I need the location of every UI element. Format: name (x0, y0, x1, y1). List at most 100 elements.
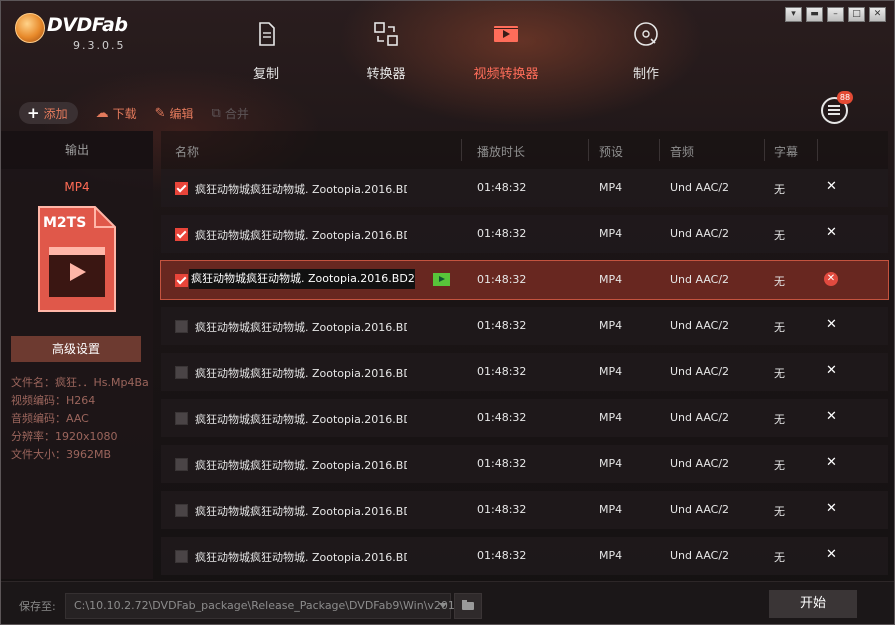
menu-button[interactable]: ▬ (806, 7, 823, 22)
row-subtitle[interactable]: 无 (774, 181, 785, 197)
row-audio[interactable]: Und AAC/2 (670, 227, 729, 240)
main-nav: 复制 转换器 视频转换器 制作 (211, 19, 691, 89)
row-subtitle[interactable]: 无 (774, 503, 785, 519)
play-preview-icon[interactable] (433, 273, 450, 286)
start-button[interactable]: 开始 (769, 590, 857, 618)
table-row[interactable]: 疯狂动物城疯狂动物城. Zootopia.2016.BD... 01:48:32… (161, 445, 888, 483)
row-audio[interactable]: Und AAC/2 (670, 457, 729, 470)
table-row[interactable]: 疯狂动物城疯狂动物城. Zootopia.2016.BD... 01:48:32… (161, 399, 888, 437)
info-resolution: 分辨率：1920x1080 (11, 430, 118, 443)
row-checkbox[interactable] (175, 182, 188, 195)
remove-row-icon[interactable]: ✕ (826, 501, 837, 516)
close-button[interactable]: ✕ (869, 7, 886, 22)
remove-row-icon[interactable]: ✕ (826, 225, 837, 240)
output-path-text: C:\10.10.2.72\DVDFab_package\Release_Pac… (74, 599, 462, 612)
download-button[interactable]: ☁ 下载 (96, 105, 137, 122)
window-controls: ▾ ▬ – □ ✕ (785, 7, 886, 22)
info-video-codec: 视频编码：H264 (11, 394, 96, 407)
minimize-button[interactable]: – (827, 7, 844, 22)
col-audio: 音频 (670, 145, 695, 159)
table-row[interactable]: 疯狂动物城疯狂动物城. Zootopia.2016.BD... 01:48:32… (161, 491, 888, 529)
row-audio[interactable]: Und AAC/2 (670, 273, 729, 286)
row-subtitle[interactable]: 无 (774, 227, 785, 243)
tab-video-converter[interactable]: 视频转换器 (451, 19, 561, 89)
row-checkbox[interactable] (175, 320, 188, 333)
row-checkbox[interactable] (175, 228, 188, 241)
row-preset[interactable]: MP4 (599, 273, 622, 286)
row-audio[interactable]: Und AAC/2 (670, 319, 729, 332)
col-duration: 播放时长 (477, 145, 526, 159)
table-row[interactable]: 疯狂动物城疯狂动物城. Zootopia.2016.BD... 01:48:32… (161, 353, 888, 391)
row-audio[interactable]: Und AAC/2 (670, 181, 729, 194)
row-name: 疯狂动物城疯狂动物城. Zootopia.2016.BD... (195, 551, 407, 564)
row-checkbox[interactable] (175, 412, 188, 425)
copy-icon (259, 22, 275, 46)
row-audio[interactable]: Und AAC/2 (670, 411, 729, 424)
tab-converter[interactable]: 转换器 (331, 19, 441, 89)
remove-row-icon[interactable]: ✕ (826, 455, 837, 470)
merge-button[interactable]: ⧉ 合并 (212, 105, 249, 122)
table-row[interactable]: 疯狂动物城疯狂动物城. Zootopia.2016.BD... 01:48:32… (161, 215, 888, 253)
row-subtitle[interactable]: 无 (774, 411, 785, 427)
tab-creator[interactable]: 制作 (591, 19, 701, 89)
output-format[interactable]: MP4 (1, 180, 153, 194)
maximize-button[interactable]: □ (848, 7, 865, 22)
table-row-selected[interactable]: 疯狂动物城疯狂动物城. Zootopia.2016.BD258 01:48:32… (160, 260, 889, 300)
remove-row-icon[interactable]: ✕ (826, 317, 837, 332)
plus-icon: + (27, 104, 40, 122)
row-audio[interactable]: Und AAC/2 (670, 549, 729, 562)
row-checkbox[interactable] (175, 458, 188, 471)
add-label: 添加 (43, 106, 68, 121)
table-row[interactable]: 疯狂动物城疯狂动物城. Zootopia.2016.BD... 01:48:32… (161, 169, 888, 207)
row-subtitle[interactable]: 无 (774, 549, 785, 565)
table-row[interactable]: 疯狂动物城疯狂动物城. Zootopia.2016.BD... 01:48:32… (161, 307, 888, 345)
remove-row-icon[interactable]: ✕ (826, 363, 837, 378)
table-row[interactable]: 疯狂动物城疯狂动物城. Zootopia.2016.BD... 01:48:32… (161, 537, 888, 575)
row-audio[interactable]: Und AAC/2 (670, 365, 729, 378)
info-audio-codec: 音频编码：AAC (11, 412, 89, 425)
row-preset[interactable]: MP4 (599, 503, 622, 516)
edit-button[interactable]: ✎ 编辑 (155, 105, 194, 122)
row-preset[interactable]: MP4 (599, 227, 622, 240)
row-subtitle[interactable]: 无 (774, 273, 785, 289)
row-checkbox[interactable] (175, 504, 188, 517)
row-subtitle[interactable]: 无 (774, 365, 785, 381)
row-duration: 01:48:32 (477, 319, 527, 332)
table-header: 名称 播放时长 预设 音频 字幕 (161, 131, 888, 169)
row-checkbox[interactable] (175, 274, 188, 287)
add-button[interactable]: + 添加 (19, 102, 78, 124)
col-preset: 预设 (599, 145, 624, 159)
skin-button[interactable]: ▾ (785, 7, 802, 22)
cloud-download-icon: ☁ (95, 105, 109, 121)
remove-row-icon[interactable]: ✕ (826, 179, 837, 194)
row-subtitle[interactable]: 无 (774, 319, 785, 335)
row-duration: 01:48:32 (477, 503, 527, 516)
browse-folder-button[interactable] (454, 593, 482, 619)
advanced-settings-button[interactable]: 高级设置 (11, 336, 141, 362)
remove-row-icon[interactable]: ✕ (824, 272, 838, 286)
row-preset[interactable]: MP4 (599, 411, 622, 424)
row-name: 疯狂动物城疯狂动物城. Zootopia.2016.BD... (195, 183, 407, 196)
row-audio[interactable]: Und AAC/2 (670, 503, 729, 516)
remove-row-icon[interactable]: ✕ (826, 409, 837, 424)
row-duration: 01:48:32 (477, 549, 527, 562)
row-preset[interactable]: MP4 (599, 457, 622, 470)
row-subtitle[interactable]: 无 (774, 457, 785, 473)
output-path-select[interactable]: C:\10.10.2.72\DVDFab_package\Release_Pac… (65, 593, 462, 619)
row-checkbox[interactable] (175, 550, 188, 563)
row-duration: 01:48:32 (477, 227, 527, 240)
tab-copy[interactable]: 复制 (211, 19, 321, 89)
row-preset[interactable]: MP4 (599, 181, 622, 194)
disc-creator-icon (634, 22, 658, 46)
row-preset[interactable]: MP4 (599, 319, 622, 332)
toolbar: + 添加 ☁ 下载 ✎ 编辑 ⧉ 合并 (19, 101, 267, 125)
remove-row-icon[interactable]: ✕ (826, 547, 837, 562)
row-checkbox[interactable] (175, 366, 188, 379)
row-name-editor[interactable]: 疯狂动物城疯狂动物城. Zootopia.2016.BD258 (189, 269, 415, 289)
row-preset[interactable]: MP4 (599, 549, 622, 562)
queue-count-badge: 88 (837, 91, 853, 104)
row-preset[interactable]: MP4 (599, 365, 622, 378)
info-file-size: 文件大小：3962MB (11, 448, 112, 461)
task-queue-button[interactable]: 88 (821, 91, 853, 124)
row-duration: 01:48:32 (477, 411, 527, 424)
